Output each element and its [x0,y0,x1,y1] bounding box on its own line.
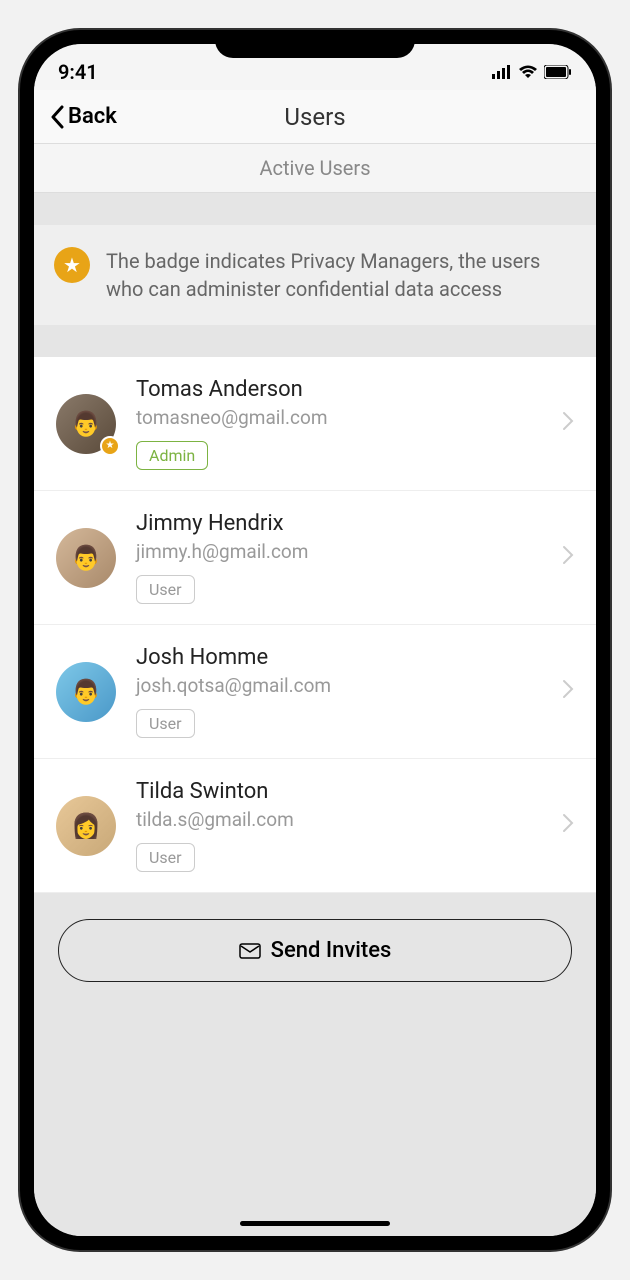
section-header: Active Users [34,144,596,193]
chevron-right-icon [562,813,574,839]
user-row[interactable]: 👩 Tilda Swinton tilda.s@gmail.com User [34,759,596,893]
chevron-right-icon [562,545,574,571]
user-name: Tilda Swinton [136,779,542,804]
mail-icon [239,943,261,959]
back-label: Back [68,104,117,129]
user-name: Josh Homme [136,645,542,670]
avatar: 👨 [56,528,116,588]
info-text: The badge indicates Privacy Managers, th… [106,247,576,303]
home-indicator[interactable] [240,1221,390,1226]
role-badge: User [136,709,195,738]
role-badge: User [136,843,195,872]
user-name: Tomas Anderson [136,377,542,402]
back-button[interactable]: Back [50,104,117,129]
chevron-right-icon [562,411,574,437]
user-email: tilda.s@gmail.com [136,808,542,831]
signal-icon [492,65,512,79]
user-name: Jimmy Hendrix [136,511,542,536]
chevron-left-icon [50,105,66,129]
users-list: 👨 ★ Tomas Anderson tomasneo@gmail.com Ad… [34,357,596,893]
user-email: josh.qotsa@gmail.com [136,674,542,697]
wifi-icon [518,65,538,79]
avatar: 👩 [56,796,116,856]
status-icons [492,65,572,79]
info-banner: ★ The badge indicates Privacy Managers, … [34,225,596,325]
user-row[interactable]: 👨 Josh Homme josh.qotsa@gmail.com User [34,625,596,759]
user-email: jimmy.h@gmail.com [136,540,542,563]
star-badge-icon: ★ [100,436,120,456]
chevron-right-icon [562,679,574,705]
invite-label: Send Invites [271,938,392,963]
status-time: 9:41 [58,60,98,84]
nav-bar: Back Users [34,90,596,144]
role-badge: User [136,575,195,604]
star-badge-icon: ★ [54,247,90,283]
user-email: tomasneo@gmail.com [136,406,542,429]
user-row[interactable]: 👨 Jimmy Hendrix jimmy.h@gmail.com User [34,491,596,625]
footer: Send Invites [34,893,596,1008]
send-invites-button[interactable]: Send Invites [58,919,572,982]
battery-icon [544,65,572,79]
user-row[interactable]: 👨 ★ Tomas Anderson tomasneo@gmail.com Ad… [34,357,596,491]
avatar: 👨 ★ [56,394,116,454]
page-title: Users [284,103,345,131]
avatar: 👨 [56,662,116,722]
role-badge: Admin [136,441,208,470]
